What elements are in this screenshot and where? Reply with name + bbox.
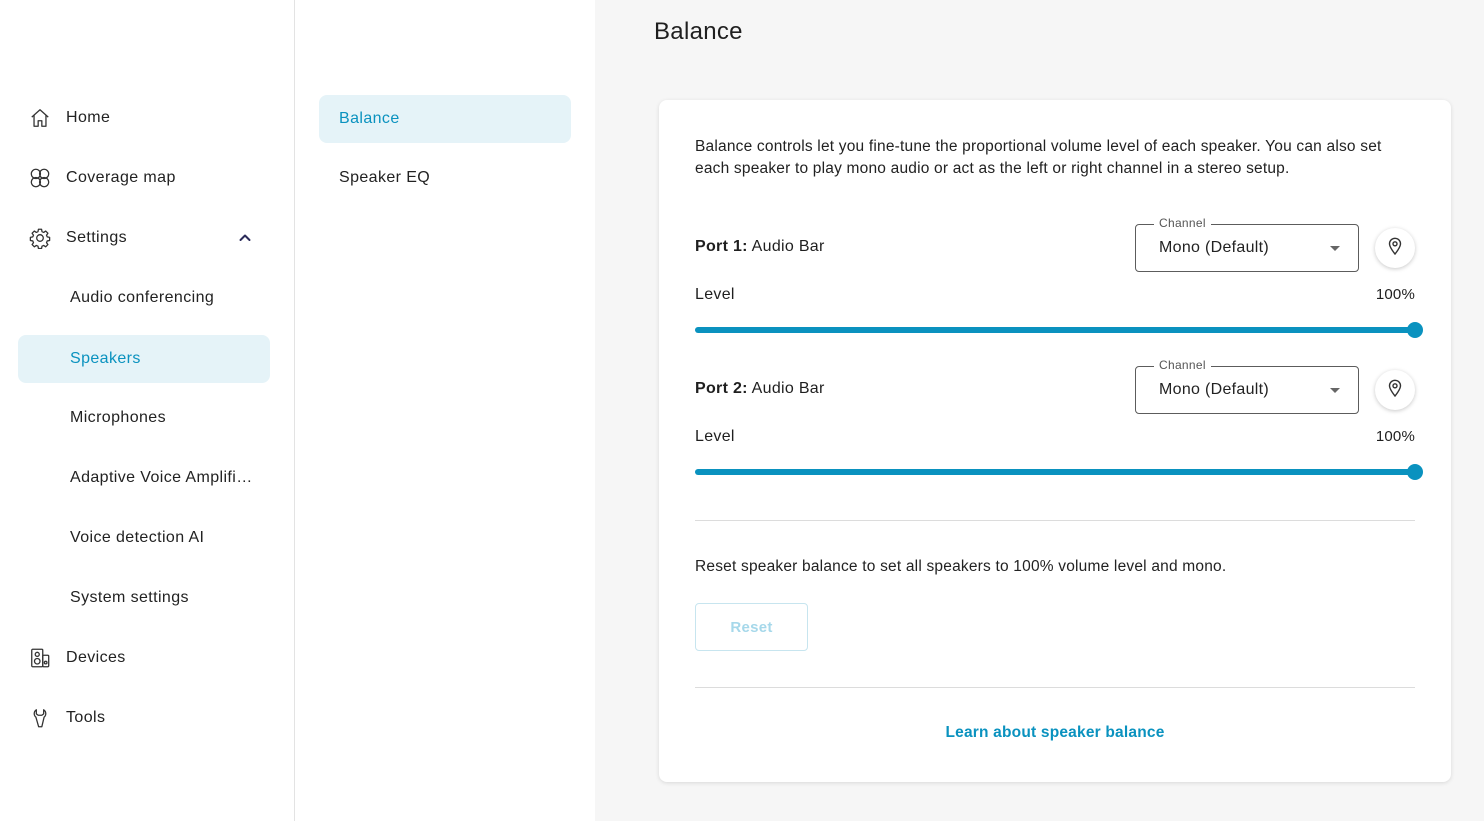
primary-sidebar: Home Coverage map Settings Audio confere…: [0, 0, 295, 821]
sidebar-item-devices[interactable]: Devices: [18, 634, 270, 682]
port-row: Port 1: Audio Bar Channel Mono (Default)…: [695, 216, 1423, 344]
tools-icon: [28, 706, 52, 730]
slider-fill: [695, 469, 1415, 475]
sidebar-item-label: Adaptive Voice Amplifi…: [70, 469, 253, 486]
reset-description: Reset speaker balance to set all speaker…: [695, 558, 1227, 575]
page-title: Balance: [654, 18, 743, 45]
channel-select-label: Channel: [1154, 216, 1211, 230]
channel-select-value: Mono (Default): [1159, 381, 1270, 398]
channel-select-value: Mono (Default): [1159, 239, 1270, 256]
port-device-name: Audio Bar: [751, 238, 825, 255]
sidebar-item-home[interactable]: Home: [18, 94, 270, 142]
slider-thumb[interactable]: [1407, 322, 1423, 338]
learn-about-speaker-balance-link[interactable]: Learn about speaker balance: [659, 724, 1451, 742]
sidebar-item-label: Settings: [66, 229, 128, 246]
sidebar-item-coverage-map[interactable]: Coverage map: [18, 154, 270, 202]
caret-down-icon: [1330, 388, 1340, 393]
sidebar-item-tools[interactable]: Tools: [18, 694, 270, 742]
port-number: Port 2:: [695, 380, 748, 397]
sidebar-item-label: Audio conferencing: [70, 289, 215, 306]
caret-down-icon: [1330, 246, 1340, 251]
level-value: 100%: [1375, 286, 1415, 303]
sidebar-item-microphones[interactable]: Microphones: [18, 394, 270, 442]
reset-button[interactable]: Reset: [695, 603, 808, 651]
channel-select[interactable]: Channel Mono (Default): [1135, 358, 1359, 414]
channel-select-label: Channel: [1154, 358, 1211, 372]
port-label: Port 1: Audio Bar: [695, 238, 825, 256]
sidebar-item-label: Home: [66, 109, 111, 126]
home-icon: [28, 106, 52, 130]
sidebar-item-label: System settings: [70, 589, 189, 606]
level-slider[interactable]: [695, 322, 1423, 338]
gear-icon: [28, 226, 52, 250]
sidebar-item-label: Voice detection AI: [70, 529, 205, 546]
sidebar-item-label: Microphones: [70, 409, 167, 426]
coverage-map-icon: [28, 166, 52, 190]
intro-text: Balance controls let you fine-tune the p…: [695, 138, 1382, 177]
sidebar-item-label: Devices: [66, 649, 126, 666]
channel-select[interactable]: Channel Mono (Default): [1135, 216, 1359, 272]
slider-fill: [695, 327, 1415, 333]
subnav-item-label: Balance: [339, 110, 400, 127]
divider: [695, 520, 1415, 521]
sidebar-item-system-settings[interactable]: System settings: [18, 574, 270, 622]
balance-card: Balance controls let you fine-tune the p…: [659, 100, 1451, 782]
sidebar-item-settings[interactable]: Settings: [18, 214, 270, 262]
slider-thumb[interactable]: [1407, 464, 1423, 480]
port-number: Port 1:: [695, 238, 748, 255]
sidebar-item-voice-detection-ai[interactable]: Voice detection AI: [18, 514, 270, 562]
divider: [695, 687, 1415, 688]
subnav-item-speaker-eq[interactable]: Speaker EQ: [319, 154, 571, 202]
chevron-up-icon[interactable]: [236, 229, 254, 247]
port-device-name: Audio Bar: [751, 380, 825, 397]
devices-icon: [28, 646, 52, 670]
sidebar-item-adaptive-voice-amplification[interactable]: Adaptive Voice Amplifi…: [18, 454, 270, 502]
main-content: Balance Balance controls let you fine-tu…: [595, 0, 1484, 821]
subnav-item-balance[interactable]: Balance: [319, 95, 571, 143]
sidebar-item-audio-conferencing[interactable]: Audio conferencing: [18, 274, 270, 322]
sidebar-item-label: Speakers: [70, 350, 141, 367]
level-label: Level: [695, 428, 735, 445]
level-label: Level: [695, 286, 735, 303]
level-slider[interactable]: [695, 464, 1423, 480]
location-pin-icon: [1387, 379, 1403, 402]
locate-speaker-button[interactable]: [1375, 228, 1415, 268]
locate-speaker-button[interactable]: [1375, 370, 1415, 410]
sidebar-item-label: Coverage map: [66, 169, 176, 186]
secondary-sidebar: Balance Speaker EQ: [295, 0, 595, 821]
port-row: Port 2: Audio Bar Channel Mono (Default)…: [695, 358, 1423, 486]
sidebar-item-label: Tools: [66, 709, 106, 726]
port-label: Port 2: Audio Bar: [695, 380, 825, 398]
level-value: 100%: [1375, 428, 1415, 445]
subnav-item-label: Speaker EQ: [339, 169, 431, 186]
sidebar-item-speakers[interactable]: Speakers: [18, 335, 270, 383]
location-pin-icon: [1387, 237, 1403, 260]
